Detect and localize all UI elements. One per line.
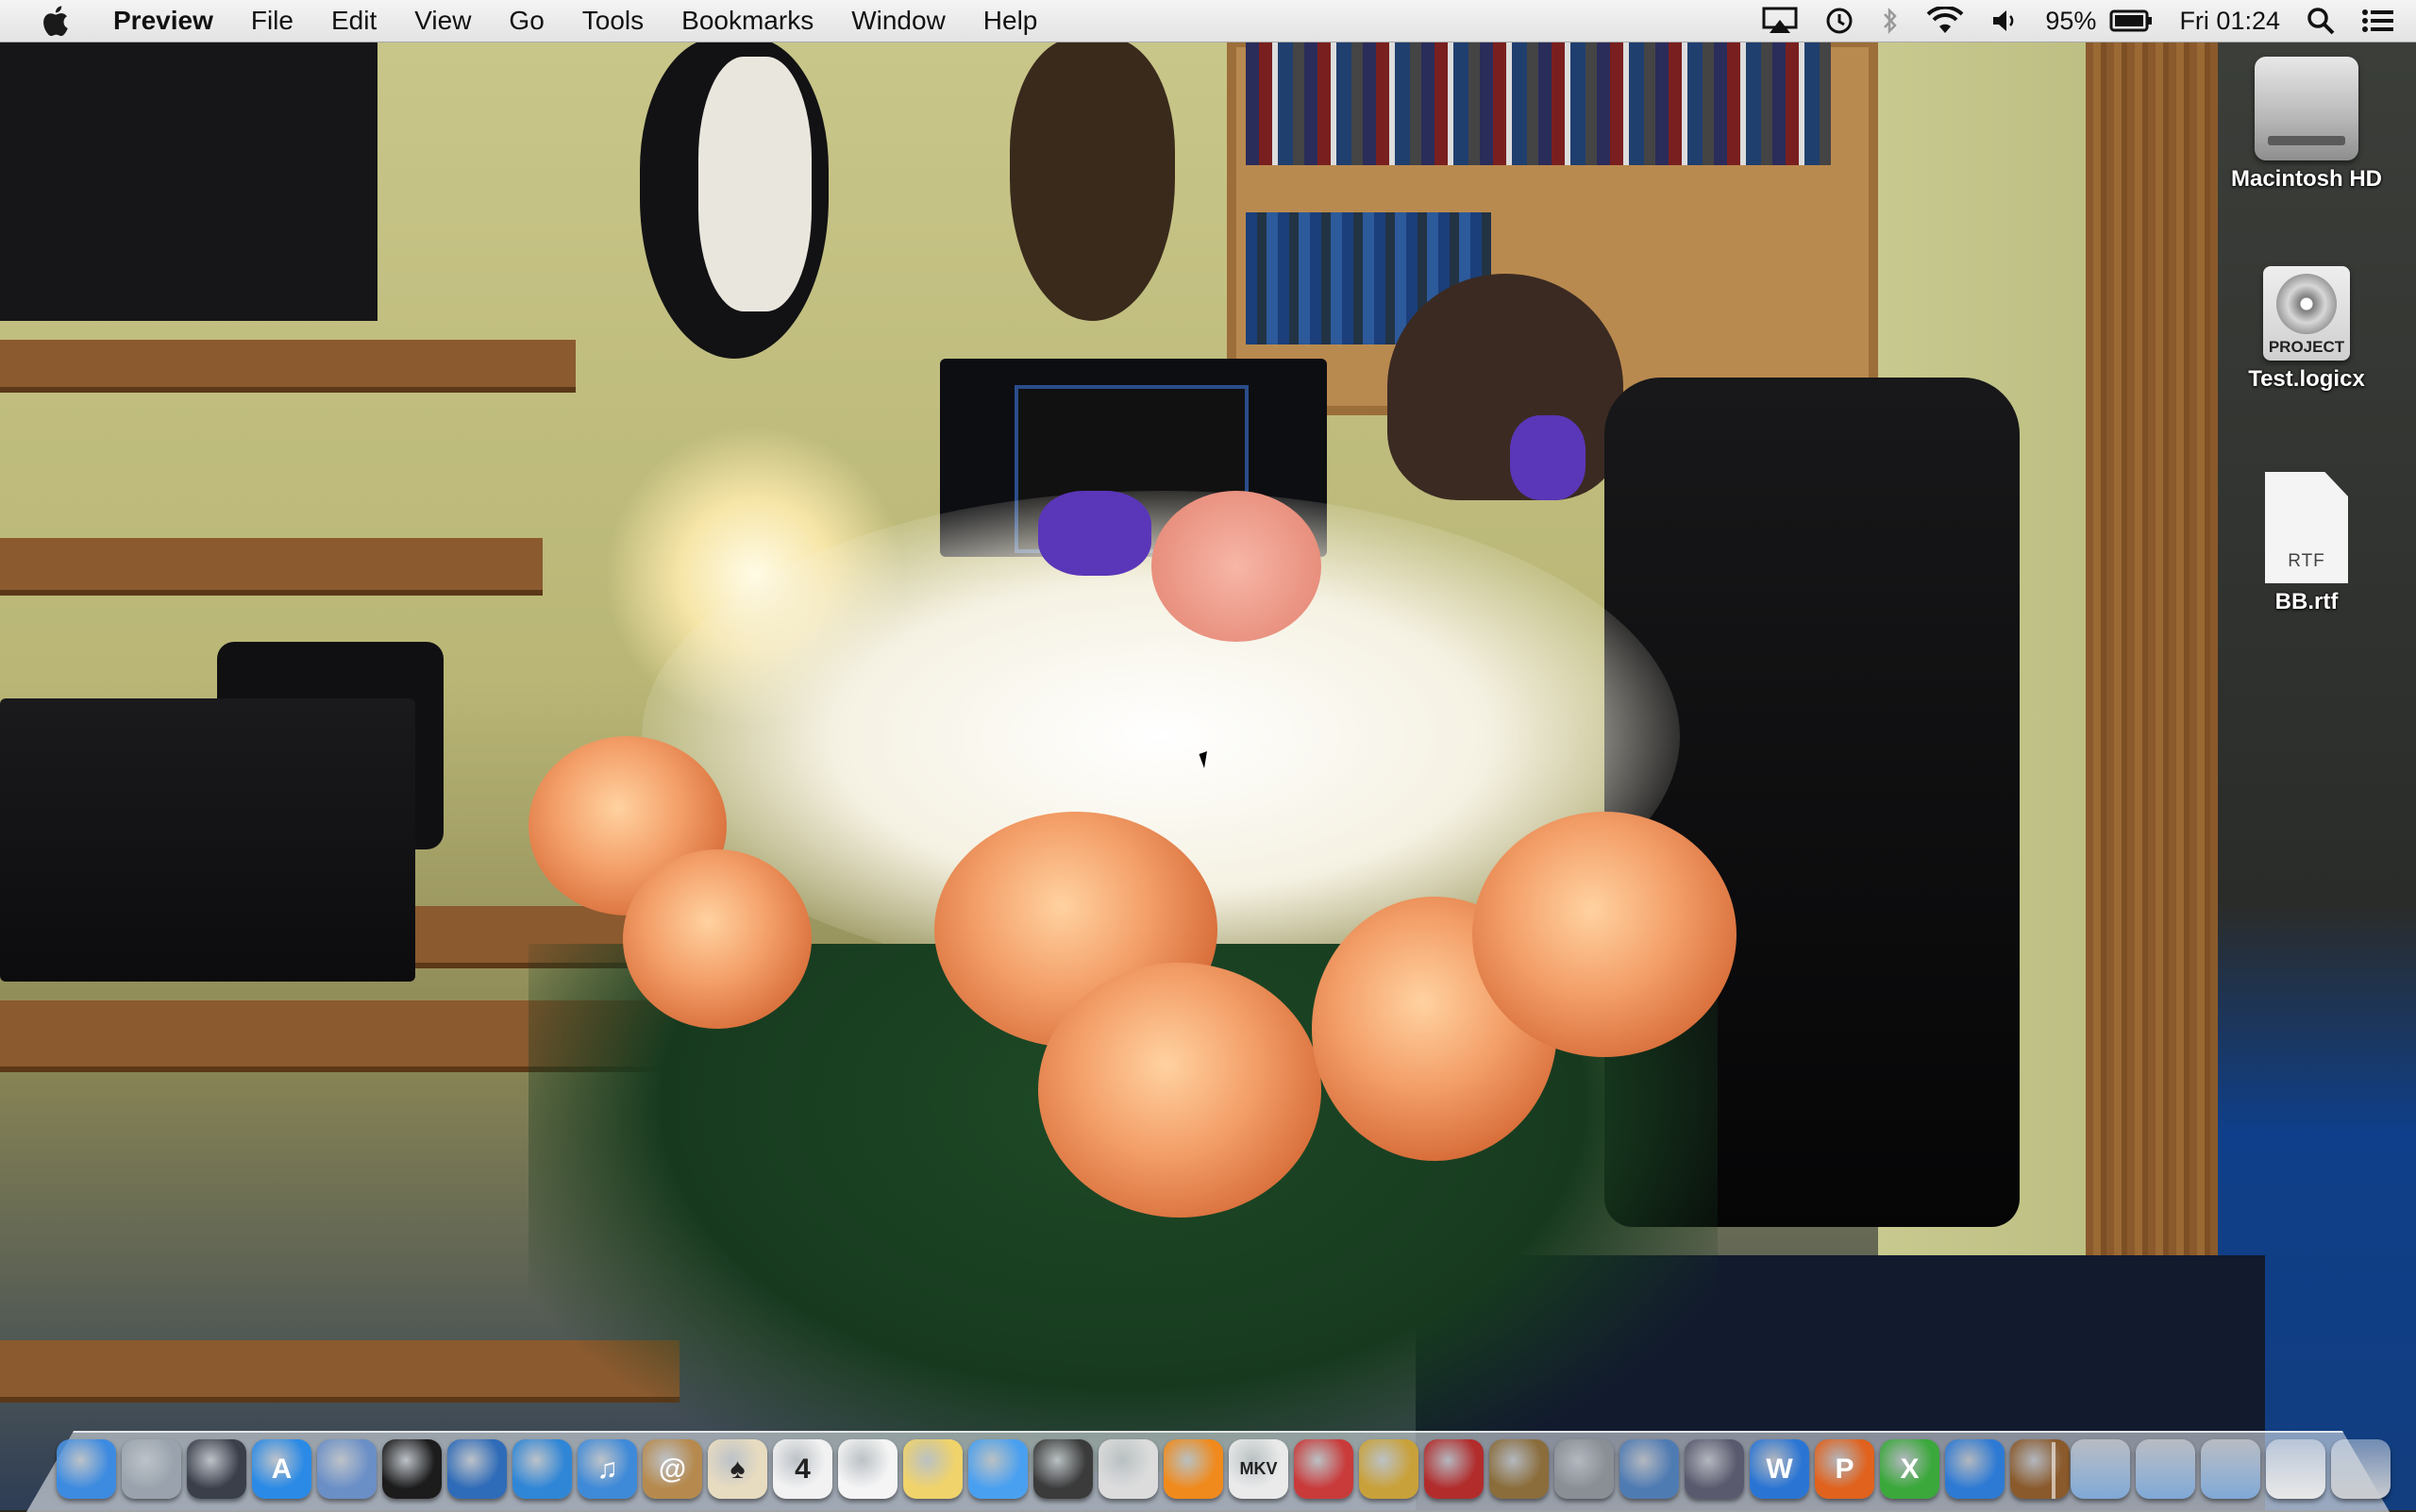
calendar-icon[interactable]: 4 [773,1439,832,1499]
wallpaper-person [1387,274,1623,500]
mail-stamp-icon[interactable] [317,1439,377,1499]
dock-separator [2052,1442,2055,1499]
file-type-badge: PROJECT [2268,338,2345,356]
network-globe-icon[interactable] [1945,1439,2005,1499]
volume-icon[interactable] [1977,0,2032,42]
wallpaper-rose [623,849,812,1029]
address-book-icon[interactable]: @ [643,1439,702,1499]
dock-icon-glyph: X [1900,1453,1920,1485]
bluetooth-icon[interactable] [1868,0,1913,42]
dock-icon-glyph: A [271,1453,293,1485]
applications-folder-icon[interactable] [2071,1439,2130,1499]
dock-right-section [2042,1427,2391,1499]
file-type-badge: RTF [2288,551,2325,571]
dock-icon-glyph: W [1766,1453,1793,1485]
macintosh-hd-icon[interactable]: Macintosh HD [2212,57,2401,193]
excel-icon[interactable]: X [1880,1439,1939,1499]
wallpaper-rose [1472,812,1736,1057]
messages-icon[interactable] [968,1439,1028,1499]
dock-icon-glyph: MKV [1239,1459,1278,1478]
downloads-folder-icon[interactable] [2201,1439,2260,1499]
cocktail-icon[interactable] [1294,1439,1353,1499]
movie-icon[interactable] [1424,1439,1484,1499]
menu-go[interactable]: Go [490,0,562,42]
logic-disc-icon [2276,274,2337,334]
menu-view[interactable]: View [395,0,490,42]
battery-icon[interactable] [2109,0,2166,42]
dock-icon-glyph: 4 [795,1453,811,1485]
dock-icon-glyph: P [1835,1453,1854,1485]
menu-bar: Preview File Edit View Go Tools Bookmark… [0,0,2416,42]
document-stack-icon[interactable] [2266,1439,2325,1499]
wifi-icon[interactable] [1913,0,1977,42]
wallpaper-purple-flowers [1510,415,1586,500]
logic-project-icon[interactable]: PROJECT Test.logicx [2212,266,2401,393]
thunderbird-icon[interactable] [447,1439,507,1499]
logic-file-icon: PROJECT [2263,266,2350,361]
launchpad-icon[interactable] [122,1439,181,1499]
notes-icon[interactable] [903,1439,963,1499]
wallpaper-carnation [1151,491,1321,642]
word-icon[interactable]: W [1750,1439,1809,1499]
iphoto-icon[interactable] [1489,1439,1549,1499]
photo-booth-icon[interactable] [1033,1439,1093,1499]
vlc-icon[interactable] [1164,1439,1223,1499]
menu-edit[interactable]: Edit [312,0,395,42]
apple-menu-icon[interactable] [30,0,79,42]
scanner-icon[interactable] [1619,1439,1679,1499]
battery-percent[interactable]: 95% [2032,0,2109,42]
wallpaper-shelf-plank [0,340,576,393]
rtf-document-icon[interactable]: RTF BB.rtf [2212,472,2401,615]
mkv-icon[interactable]: MKV [1229,1439,1288,1499]
grapher-icon[interactable] [1685,1439,1744,1499]
menu-file[interactable]: File [232,0,312,42]
menu-window[interactable]: Window [832,0,965,42]
menu-app-name[interactable]: Preview [102,0,232,42]
clock[interactable]: Fri 01:24 [2166,0,2293,42]
desktop-icon-label: Test.logicx [2248,366,2365,392]
dock-icon-glyph: ♠ [730,1453,746,1485]
spotlight-icon[interactable] [2293,0,2348,42]
powerpoint-icon[interactable]: P [1815,1439,1874,1499]
menu-bookmarks[interactable]: Bookmarks [663,0,832,42]
facetime-icon[interactable] [382,1439,442,1499]
time-machine-icon[interactable] [1811,0,1868,42]
wallpaper-books [1246,42,1831,165]
solitaire-icon[interactable]: ♠ [708,1439,767,1499]
status-area: 95% Fri 01:24 [1749,0,2416,42]
finder-icon[interactable] [57,1439,116,1499]
wallpaper-tv [0,38,378,321]
menu-help[interactable]: Help [965,0,1057,42]
mission-control-icon[interactable] [187,1439,246,1499]
desktop-wallpaper [0,0,2416,1510]
wallpaper-door [2086,38,2218,1453]
wallpaper-guitar [1010,38,1175,321]
pineapple-icon[interactable] [1359,1439,1418,1499]
menu-tools[interactable]: Tools [563,0,663,42]
documents-folder-icon[interactable] [2136,1439,2195,1499]
hard-drive-icon [2255,57,2358,160]
wallpaper-printer [0,698,415,982]
dock-icon-glyph: @ [658,1453,687,1485]
wallpaper-pickguard [698,57,812,311]
reminders-icon[interactable] [838,1439,898,1499]
dock-icon-glyph: ♫ [596,1453,618,1485]
desktop-icon-label: Macintosh HD [2230,166,2382,192]
app-store-icon[interactable]: A [252,1439,311,1499]
wallpaper-shelf-plank [0,538,543,596]
wallpaper-rose [1038,963,1321,1218]
dock: A ♫ @ ♠ 4 MKV W P X [57,1427,2070,1499]
desktop-icon-label: BB.rtf [2274,589,2339,614]
airplay-icon[interactable] [1749,0,1811,42]
notification-center-icon[interactable] [2348,0,2416,42]
trash-icon[interactable] [2331,1439,2391,1499]
safari-icon[interactable] [512,1439,572,1499]
itunes-icon[interactable]: ♫ [578,1439,637,1499]
preview-icon[interactable] [1099,1439,1158,1499]
wallpaper-purple-flowers [1038,491,1151,576]
document-page-icon: RTF [2265,472,2348,583]
system-preferences-icon[interactable] [1554,1439,1614,1499]
